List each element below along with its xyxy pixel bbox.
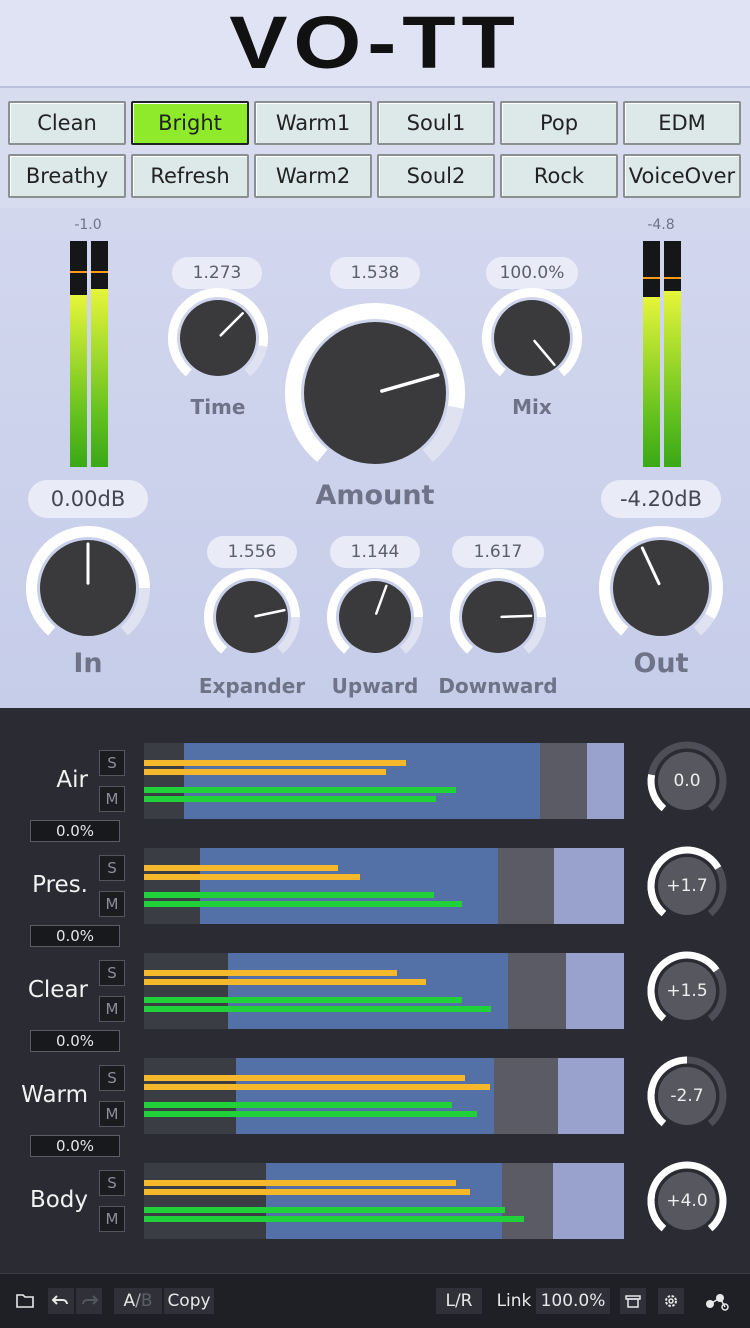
preset-button-clean[interactable]: Clean: [8, 101, 126, 145]
redo-icon[interactable]: [76, 1288, 102, 1314]
output-level-meter: [643, 241, 681, 467]
solo-button[interactable]: S: [99, 1170, 125, 1196]
mix-label: Mix: [512, 395, 552, 419]
header: VO-TT: [0, 0, 750, 88]
time-label: Time: [190, 395, 246, 419]
in-knob[interactable]: [26, 526, 150, 650]
link-value[interactable]: 100.0%: [536, 1288, 610, 1314]
expander-value[interactable]: 1.556: [207, 536, 297, 568]
upward-value[interactable]: 1.144: [330, 536, 420, 568]
band-name: Warm: [21, 1082, 88, 1108]
copy-button[interactable]: Copy: [164, 1288, 214, 1314]
output-peak-value: -4.8: [647, 217, 675, 233]
preset-button-edm[interactable]: EDM: [623, 101, 741, 145]
lr-button[interactable]: L/R: [436, 1288, 482, 1314]
main-panel: -1.0 -4.8 1.273 1.538 100.0% 0.00dB -4.2…: [0, 208, 750, 708]
mute-button[interactable]: M: [99, 1206, 125, 1232]
band-gain-value: -2.7: [670, 1086, 704, 1106]
amount-value[interactable]: 1.538: [330, 257, 420, 289]
amount-label: Amount: [315, 480, 435, 511]
input-level-meter: [70, 241, 108, 467]
input-meter-left: [70, 241, 87, 467]
upward-label: Upward: [331, 674, 419, 698]
out-knob[interactable]: [599, 526, 723, 650]
in-label: In: [73, 648, 103, 679]
band-percent-field[interactable]: 0.0%: [30, 1030, 120, 1052]
out-label: Out: [633, 648, 689, 679]
preset-button-warm2[interactable]: Warm2: [254, 154, 372, 198]
mix-knob[interactable]: [482, 288, 582, 388]
band-gain-value: +4.0: [666, 1191, 708, 1211]
output-meter-left: [643, 241, 660, 467]
amount-knob[interactable]: [285, 303, 465, 483]
ab-a-label: A: [123, 1291, 136, 1311]
band-panel: Air S M 0.0% 0.0 Pres. S M 0.0% +1.7 Clear S M 0.0% +1…: [0, 708, 750, 1273]
band-name: Clear: [27, 977, 88, 1003]
solo-button[interactable]: S: [99, 960, 125, 986]
preset-panel: Clean Bright Warm1 Soul1 Pop EDM Breathy Refres…: [0, 88, 750, 208]
input-peak-value: -1.0: [74, 217, 102, 233]
downward-label: Downward: [438, 674, 558, 698]
preset-button-soul1[interactable]: Soul1: [377, 101, 495, 145]
solo-button[interactable]: S: [99, 1065, 125, 1091]
preset-button-breathy[interactable]: Breathy: [8, 154, 126, 198]
out-value[interactable]: -4.20dB: [601, 480, 721, 518]
band-name: Body: [29, 1187, 88, 1213]
mute-button[interactable]: M: [99, 786, 125, 812]
mute-button[interactable]: M: [99, 891, 125, 917]
band-gain-value: +1.5: [666, 981, 708, 1001]
solo-button[interactable]: S: [99, 855, 125, 881]
band-meter[interactable]: [144, 1058, 624, 1134]
band-meter[interactable]: [144, 1163, 624, 1239]
expander-label: Expander: [198, 674, 306, 698]
band-name: Air: [56, 767, 88, 793]
band-meter[interactable]: [144, 743, 624, 819]
output-meter-right: [664, 241, 681, 467]
solo-button[interactable]: S: [99, 750, 125, 776]
time-value[interactable]: 1.273: [172, 257, 262, 289]
band-percent-field[interactable]: 0.0%: [30, 820, 120, 842]
preset-button-refresh[interactable]: Refresh: [131, 154, 249, 198]
link-label: Link: [496, 1291, 532, 1311]
expander-knob[interactable]: [204, 569, 300, 665]
mix-value[interactable]: 100.0%: [486, 257, 578, 289]
gear-icon[interactable]: [658, 1288, 684, 1314]
nodes-icon[interactable]: [702, 1288, 732, 1314]
preset-button-voiceover[interactable]: VoiceOver: [623, 154, 741, 198]
preset-button-warm1[interactable]: Warm1: [254, 101, 372, 145]
preset-button-bright[interactable]: Bright: [131, 101, 249, 145]
preset-button-pop[interactable]: Pop: [500, 101, 618, 145]
downward-knob[interactable]: [450, 569, 546, 665]
undo-icon[interactable]: [48, 1288, 74, 1314]
mute-button[interactable]: M: [99, 1101, 125, 1127]
time-knob[interactable]: [168, 288, 268, 388]
band-gain-value: +1.7: [666, 876, 708, 896]
band-name: Pres.: [32, 872, 88, 898]
band-meter[interactable]: [144, 953, 624, 1029]
preset-button-soul2[interactable]: Soul2: [377, 154, 495, 198]
band-percent-field[interactable]: 0.0%: [30, 925, 120, 947]
input-meter-right: [91, 241, 108, 467]
preset-button-rock[interactable]: Rock: [500, 154, 618, 198]
in-value[interactable]: 0.00dB: [28, 480, 148, 518]
footer-toolbar: A/B Copy L/R Link 100.0%: [0, 1273, 750, 1328]
band-percent-field[interactable]: 0.0%: [30, 1135, 120, 1157]
ab-b-label: B: [140, 1291, 153, 1311]
band-gain-value: 0.0: [673, 771, 701, 791]
bypass-icon[interactable]: [620, 1288, 646, 1314]
mute-button[interactable]: M: [99, 996, 125, 1022]
band-meter[interactable]: [144, 848, 624, 924]
upward-knob[interactable]: [327, 569, 423, 665]
app-logo-title: VO-TT: [229, 1, 521, 84]
folder-icon[interactable]: [12, 1288, 38, 1314]
ab-compare-button[interactable]: A/B: [114, 1288, 162, 1314]
downward-value[interactable]: 1.617: [452, 536, 544, 568]
